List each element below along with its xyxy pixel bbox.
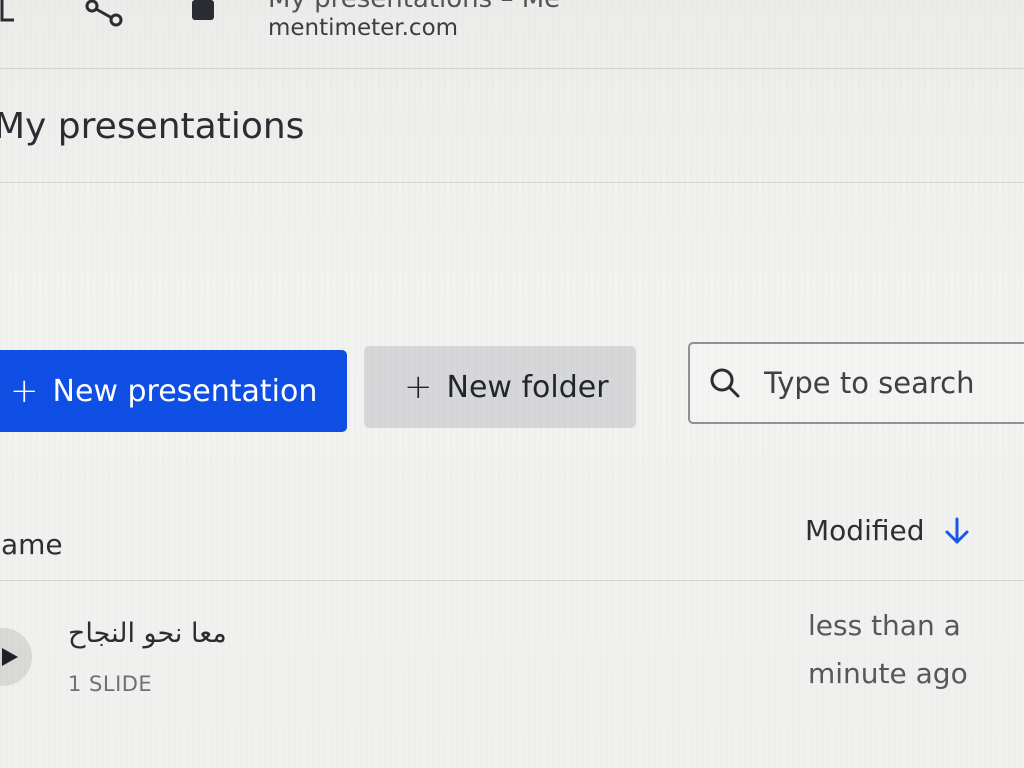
play-icon <box>2 648 18 666</box>
plus-icon: + <box>10 371 39 411</box>
mentimeter-dashboard: My presentations – Me mentimeter.com My … <box>0 0 1024 768</box>
share-icon[interactable] <box>82 0 126 30</box>
search-box[interactable] <box>688 342 1024 424</box>
new-folder-label: New folder <box>446 369 609 405</box>
tab-title: My presentations – Me <box>268 0 560 14</box>
column-header-name[interactable]: Name <box>0 528 63 561</box>
column-header-modified[interactable]: Modified <box>805 514 972 547</box>
slide-count: 1 SLIDE <box>68 672 153 696</box>
divider <box>0 182 1024 183</box>
lock-icon <box>192 0 214 20</box>
new-presentation-button[interactable]: + New presentation <box>0 350 347 432</box>
presentation-title[interactable]: معا نحو النجاح <box>68 618 227 649</box>
url-domain[interactable]: mentimeter.com <box>268 15 458 41</box>
page-title: My presentations <box>0 106 305 147</box>
search-icon <box>710 368 740 398</box>
back-icon[interactable] <box>0 0 22 26</box>
new-presentation-label: New presentation <box>52 373 318 409</box>
divider <box>0 580 1024 581</box>
play-button[interactable] <box>0 628 32 686</box>
new-folder-button[interactable]: + New folder <box>364 346 636 428</box>
modified-time: less than a minute ago <box>808 609 968 690</box>
arrow-down-icon <box>945 517 969 543</box>
column-header-modified-label: Modified <box>805 514 925 547</box>
search-input[interactable] <box>762 365 1024 401</box>
browser-toolbar: My presentations – Me mentimeter.com <box>0 0 1024 69</box>
plus-icon: + <box>404 367 433 407</box>
presentation-row[interactable]: معا نحو النجاح 1 SLIDE less than a minut… <box>0 600 1024 730</box>
